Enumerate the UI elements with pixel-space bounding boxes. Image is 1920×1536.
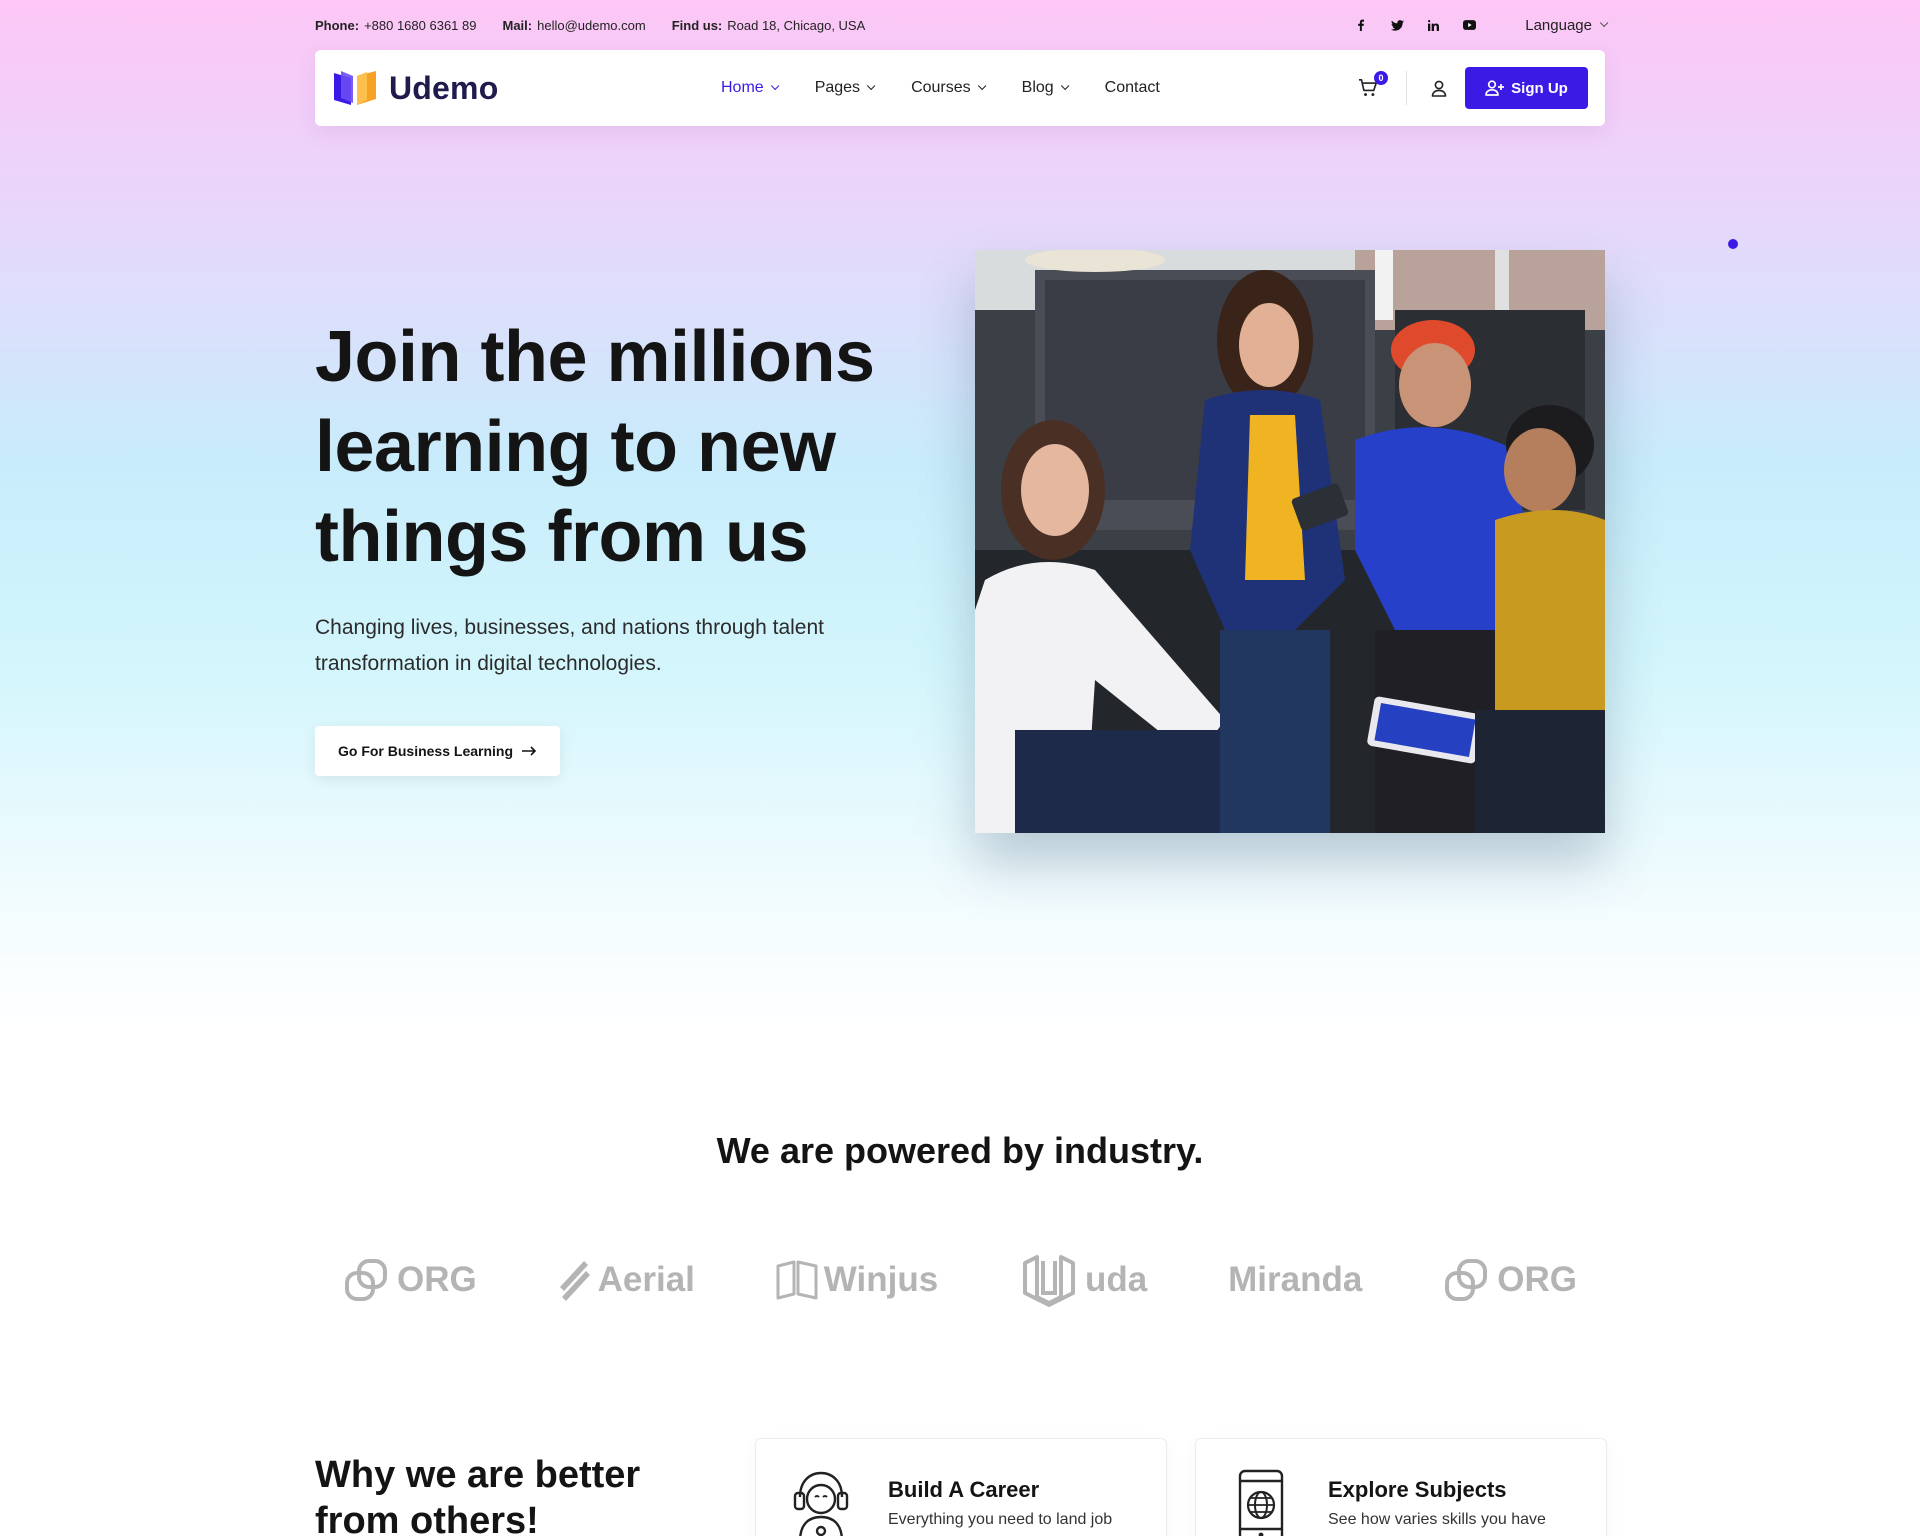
- chevron-down-icon: [866, 81, 876, 91]
- twitter-icon[interactable]: [1379, 19, 1415, 31]
- feature-card-description: Everything you need to land job: [888, 1511, 1113, 1528]
- language-selector[interactable]: Language: [1525, 16, 1609, 34]
- feature-card-career[interactable]: Build A Career Everything you need to la…: [755, 1438, 1167, 1536]
- brand-logo-text: ORG: [1497, 1260, 1577, 1299]
- brand-logo-text: Winjus: [823, 1260, 939, 1299]
- sign-up-label: Sign Up: [1511, 79, 1568, 97]
- nav-item-label: Pages: [814, 79, 861, 96]
- mail-label: Mail:: [502, 17, 533, 33]
- brand-logo-text: ORG: [397, 1260, 477, 1299]
- feature-card-subjects[interactable]: Explore Subjects See how varies skills y…: [1195, 1438, 1607, 1536]
- cart-button[interactable]: 0: [1356, 71, 1388, 100]
- nav-item-label: Home: [721, 79, 764, 96]
- main-navbar: Udemo Home Pages Courses Blog Contact 0 …: [315, 50, 1605, 126]
- mail-address[interactable]: hello@udemo.com: [537, 18, 646, 33]
- hero-subtitle: Changing lives, businesses, and nations …: [315, 616, 825, 675]
- user-icon: [1431, 80, 1447, 97]
- top-info-bar: Phone: +880 1680 6361 89 Mail: hello@ude…: [315, 0, 1609, 50]
- brand-logo-text: Aerial: [597, 1260, 695, 1299]
- brand-logo-text: uda: [1085, 1260, 1148, 1299]
- hero-photo: [975, 250, 1605, 833]
- youtube-icon[interactable]: [1451, 20, 1487, 30]
- mail-info: Mail: hello@udemo.com: [502, 18, 645, 33]
- nav-menu: Home Pages Courses Blog Contact: [721, 79, 1199, 97]
- headset-user-icon: [786, 1467, 856, 1536]
- brand-logo-aerial: Aerial: [558, 1257, 695, 1303]
- hexagon-u-icon: [1023, 1255, 1076, 1307]
- chevron-down-icon: [770, 81, 780, 91]
- phone-label: Phone:: [315, 17, 360, 33]
- phone-info: Phone: +880 1680 6361 89: [315, 18, 476, 33]
- chevron-down-icon: [977, 81, 987, 91]
- social-links: [1343, 19, 1487, 31]
- open-book-icon: [776, 1260, 818, 1300]
- user-plus-icon: [1485, 80, 1505, 96]
- nav-item-label: Blog: [1021, 79, 1054, 96]
- brand-logo-org-2: ORG: [1443, 1257, 1577, 1303]
- address-info: Find us: Road 18, Chicago, USA: [672, 18, 866, 33]
- sign-up-button[interactable]: Sign Up: [1465, 67, 1588, 109]
- link-rings-icon: [1445, 1259, 1488, 1301]
- phone-number[interactable]: +880 1680 6361 89: [364, 18, 476, 33]
- book-logo-icon: [334, 71, 376, 105]
- slashes-icon: [559, 1261, 590, 1301]
- arrow-right-icon: [522, 746, 537, 756]
- feature-card-description: See how varies skills you have: [1328, 1511, 1546, 1528]
- why-heading: Why we are better from others!: [315, 1454, 641, 1536]
- cart-count-badge: 0: [1374, 71, 1388, 85]
- chevron-down-icon: [1060, 81, 1070, 91]
- nav-item-blog[interactable]: Blog: [1021, 79, 1070, 97]
- industry-heading: We are powered by industry.: [716, 1130, 1204, 1171]
- nav-item-label: Courses: [911, 79, 971, 96]
- link-rings-icon: [345, 1259, 387, 1301]
- brand-name: Udemo: [389, 69, 499, 106]
- facebook-icon[interactable]: [1343, 19, 1379, 31]
- nav-item-courses[interactable]: Courses: [911, 79, 987, 97]
- nav-item-home[interactable]: Home: [721, 79, 780, 97]
- address-text: Road 18, Chicago, USA: [727, 17, 866, 33]
- brand-logo-winjus: Winjus: [776, 1260, 938, 1300]
- brand-logo-miranda: Miranda: [1228, 1260, 1362, 1300]
- nav-divider: [1406, 71, 1407, 105]
- nav-actions: 0 Sign Up: [1356, 67, 1588, 109]
- brand-logo-uda: uda: [1019, 1253, 1147, 1307]
- nav-item-contact[interactable]: Contact: [1105, 79, 1160, 97]
- brand-logo[interactable]: Udemo: [331, 69, 721, 107]
- address-label: Find us:: [671, 17, 723, 33]
- feature-card-title: Build A Career: [888, 1477, 1040, 1502]
- business-learning-button[interactable]: Go For Business Learning: [315, 726, 560, 776]
- brand-logo-text: Miranda: [1228, 1260, 1363, 1299]
- feature-card-title: Explore Subjects: [1328, 1477, 1507, 1502]
- user-account-button[interactable]: [1427, 76, 1451, 100]
- business-learning-label: Go For Business Learning: [337, 743, 514, 759]
- brand-logo-strip: ORG Aerial Winjus uda Miranda ORG: [315, 1245, 1605, 1315]
- linkedin-icon[interactable]: [1415, 19, 1451, 31]
- language-label: Language: [1525, 16, 1592, 34]
- brand-logo-org: ORG: [343, 1257, 477, 1303]
- hero-background: [0, 0, 1920, 1030]
- phone-globe-icon: [1226, 1467, 1296, 1536]
- nav-item-pages[interactable]: Pages: [814, 79, 876, 97]
- decorative-dot: [1728, 239, 1738, 249]
- nav-item-label: Contact: [1104, 79, 1160, 96]
- hero-title: Join the millions learning to new things…: [315, 317, 875, 577]
